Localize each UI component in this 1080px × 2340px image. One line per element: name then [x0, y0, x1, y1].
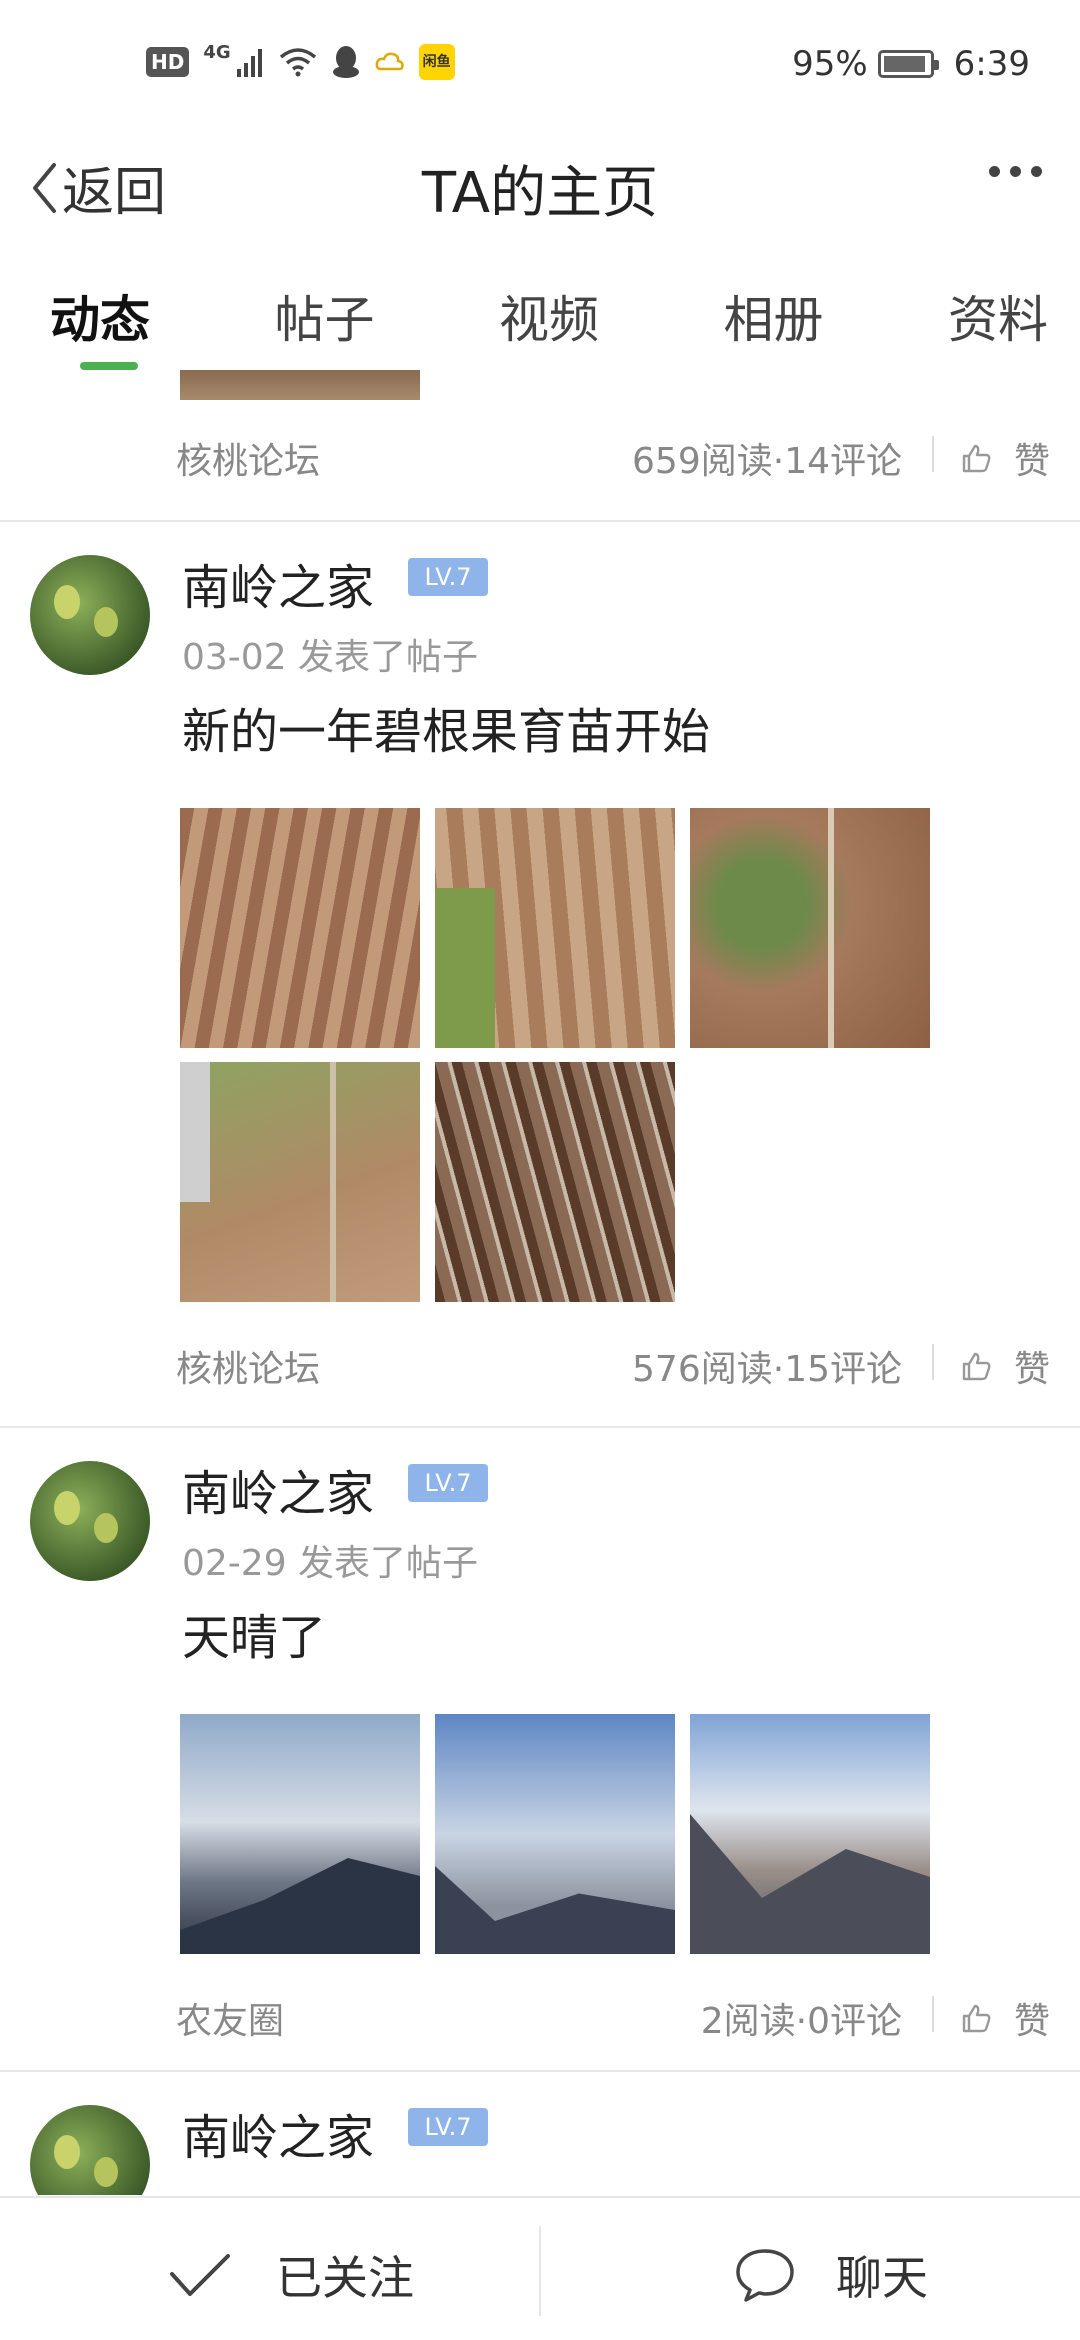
post-stats: 576阅读·15评论 [632, 1349, 902, 1390]
tab-label: 视频 [499, 291, 599, 349]
hd-icon: HD [146, 47, 190, 77]
like-label: 赞 [1013, 1349, 1050, 1390]
post-title[interactable]: 新的一年碧根果育苗开始 [182, 692, 710, 762]
footer-divider [932, 436, 934, 472]
signal-icon [236, 49, 262, 77]
back-button[interactable]: 返回 [30, 150, 166, 225]
like-label: 赞 [1013, 441, 1050, 482]
like-button[interactable]: 赞 [960, 432, 1050, 484]
like-label: 赞 [1013, 2001, 1050, 2042]
followed-button[interactable]: 已关注 [168, 2242, 414, 2308]
navigation-bar: TA的主页 返回 [0, 118, 1080, 248]
more-dot-icon [989, 166, 1000, 177]
feed-post[interactable]: 南岭之家 LV.7 02-29 发表了帖子 天晴了 农友圈 2阅读·0评论 赞 [0, 1428, 1080, 2076]
post-image[interactable] [180, 1062, 420, 1302]
post-author[interactable]: 南岭之家 [182, 1454, 374, 1524]
post-meta: 02-29 发表了帖子 [182, 1543, 479, 1584]
tab-label: 相册 [723, 291, 824, 349]
chat-bubble-icon [736, 2249, 794, 2302]
feed-post[interactable]: 南岭之家 LV.7 03-02 发表了帖子 新的一年碧根果育苗开始 核桃论坛 5… [0, 522, 1080, 1390]
like-button[interactable]: 赞 [960, 1992, 1050, 2044]
status-icons-left: HD 4G 闲鱼 [146, 41, 455, 80]
status-icons-right: 95% 6:39 [792, 44, 1030, 84]
post-forum-link[interactable]: 核桃论坛 [176, 432, 320, 484]
tab-active-indicator [80, 362, 138, 370]
mountain-silhouette [435, 1866, 675, 1954]
mountain-silhouette [180, 1858, 420, 1954]
avatar[interactable] [30, 1461, 150, 1581]
sapling-stem [330, 1062, 336, 1302]
cloud-icon [375, 52, 404, 71]
level-badge: LV.7 [408, 2108, 488, 2146]
post-author[interactable]: 南岭之家 [182, 548, 374, 618]
more-options-button[interactable] [989, 166, 1042, 177]
post-image[interactable] [435, 1062, 675, 1302]
wifi-icon [279, 48, 316, 77]
like-button[interactable]: 赞 [960, 1340, 1050, 1392]
post-author[interactable]: 南岭之家 [182, 2098, 374, 2168]
battery-percent: 95% [792, 44, 868, 84]
thumbs-up-icon [962, 444, 991, 473]
grass-strip [435, 888, 495, 1048]
post-image[interactable] [690, 1714, 930, 1954]
mountain-silhouette [690, 1814, 930, 1954]
more-dot-icon [1010, 166, 1021, 177]
post-stats: 2阅读·0评论 [700, 2001, 902, 2042]
status-bar: HD 4G 闲鱼 95% 6:39 [0, 0, 1080, 118]
post-title[interactable]: 天晴了 [182, 1598, 326, 1668]
back-label: 返回 [62, 163, 167, 223]
chat-label: 聊天 [836, 2251, 928, 2305]
bottom-bar-divider [539, 2226, 541, 2316]
profile-tabs: 动态 帖子 视频 相册 资料 [0, 268, 1080, 378]
profile-screen: HD 4G 闲鱼 95% 6:39 TA的主页 返回 动态 帖子 视频 相册 资… [0, 0, 1080, 2340]
post-forum-link[interactable]: 农友圈 [176, 1992, 284, 2044]
post-image[interactable] [435, 1714, 675, 1954]
post-image[interactable] [435, 808, 675, 1048]
tab-label: 动态 [50, 291, 150, 349]
feed-post[interactable]: 核桃论坛 659阅读·14评论 赞 [0, 370, 1080, 520]
post-forum-link[interactable]: 核桃论坛 [176, 1340, 320, 1392]
feed-post[interactable]: 南岭之家 LV.7 [0, 2072, 1080, 2195]
chat-button[interactable]: 聊天 [734, 2242, 928, 2308]
xianyu-app-icon: 闲鱼 [418, 44, 455, 80]
battery-icon [877, 50, 939, 78]
thumbs-up-icon [962, 1352, 991, 1381]
tab-albums[interactable]: 相册 [724, 268, 824, 378]
post-stake [180, 1062, 210, 1202]
tab-dynamics[interactable]: 动态 [50, 268, 150, 378]
tab-label: 帖子 [274, 291, 375, 349]
thumbs-up-icon [962, 2004, 991, 2033]
network-type-label: 4G [203, 41, 231, 63]
post-image[interactable] [690, 808, 930, 1048]
sapling-stem [828, 808, 834, 1048]
tab-profile-info[interactable]: 资料 [948, 268, 1048, 378]
level-badge: LV.7 [408, 1464, 488, 1502]
tab-label: 资料 [948, 291, 1048, 349]
activity-feed[interactable]: 核桃论坛 659阅读·14评论 赞 南岭之家 LV.7 03-02 发表了帖子 … [0, 370, 1080, 2195]
checkmark-icon [170, 2254, 230, 2296]
more-dot-icon [1031, 166, 1042, 177]
bottom-action-bar: 已关注 聊天 [0, 2196, 1080, 2340]
chevron-left-icon [33, 162, 56, 213]
post-meta: 03-02 发表了帖子 [182, 637, 479, 678]
avatar[interactable] [30, 2105, 150, 2195]
post-image[interactable] [180, 370, 420, 400]
followed-label: 已关注 [276, 2251, 414, 2305]
post-image[interactable] [180, 1714, 420, 1954]
tab-posts[interactable]: 帖子 [275, 268, 375, 378]
level-badge: LV.7 [408, 558, 488, 596]
footer-divider [932, 1996, 934, 2032]
tab-videos[interactable]: 视频 [499, 268, 599, 378]
avatar[interactable] [30, 555, 150, 675]
footer-divider [932, 1344, 934, 1380]
post-image[interactable] [180, 808, 420, 1048]
qq-icon [332, 46, 359, 78]
battery-fill [883, 56, 926, 72]
post-stats: 659阅读·14评论 [632, 441, 902, 482]
clock: 6:39 [953, 44, 1030, 84]
